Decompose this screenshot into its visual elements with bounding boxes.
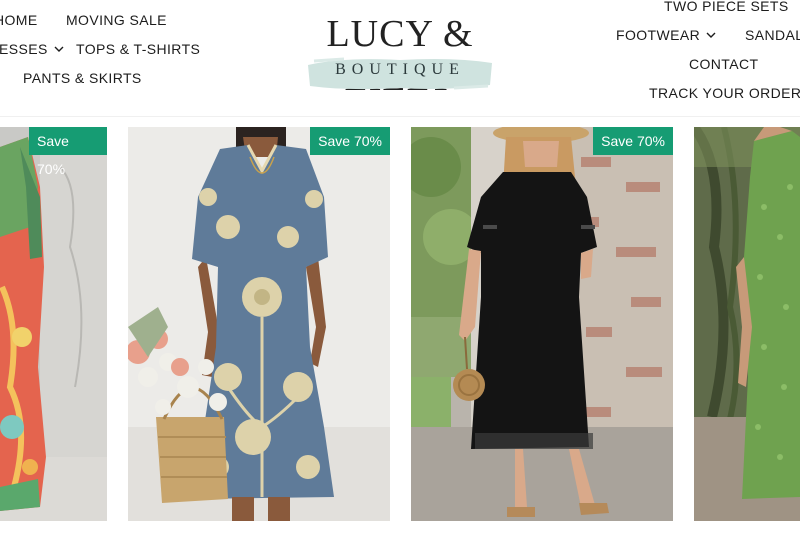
nav-footwear[interactable]: FOOTWEAR [616, 27, 716, 43]
nav-contact[interactable]: CONTACT [689, 56, 758, 72]
nav-pants-skirts[interactable]: PANTS & SKIRTS [23, 70, 142, 86]
nav-moving-sale[interactable]: MOVING SALE [66, 12, 167, 28]
product-image [411, 127, 673, 521]
nav-track-order[interactable]: TRACK YOUR ORDER [649, 85, 800, 101]
nav-dresses[interactable]: DRESSES [0, 41, 64, 57]
chevron-down-icon [54, 46, 64, 52]
nav-tops[interactable]: TOPS & T-SHIRTS [76, 41, 200, 57]
product-image [0, 127, 107, 521]
logo-subtitle: BOUTIQUE [335, 61, 465, 78]
nav-home[interactable]: HOME [0, 12, 38, 28]
nav-footwear-label: FOOTWEAR [616, 27, 701, 43]
product-card[interactable]: Save 70% [128, 127, 390, 521]
sale-badge: Save 70% [593, 127, 673, 155]
header-divider [0, 116, 800, 117]
product-image [128, 127, 390, 521]
sale-badge: Save 70% [310, 127, 390, 155]
sale-badge: Save 70% [29, 127, 107, 177]
chevron-down-icon [706, 32, 716, 38]
product-card[interactable]: Save 70% [0, 127, 107, 521]
product-card[interactable]: Save 70% [411, 127, 673, 521]
store-logo[interactable]: LUCY & LILLY BOUTIQUE [270, 8, 530, 99]
nav-two-piece-sets[interactable]: TWO PIECE SETS [664, 0, 789, 14]
nav-sandals[interactable]: SANDALS [745, 27, 800, 43]
product-image [694, 127, 800, 521]
product-card[interactable] [694, 127, 800, 521]
nav-dresses-label: DRESSES [0, 41, 48, 57]
